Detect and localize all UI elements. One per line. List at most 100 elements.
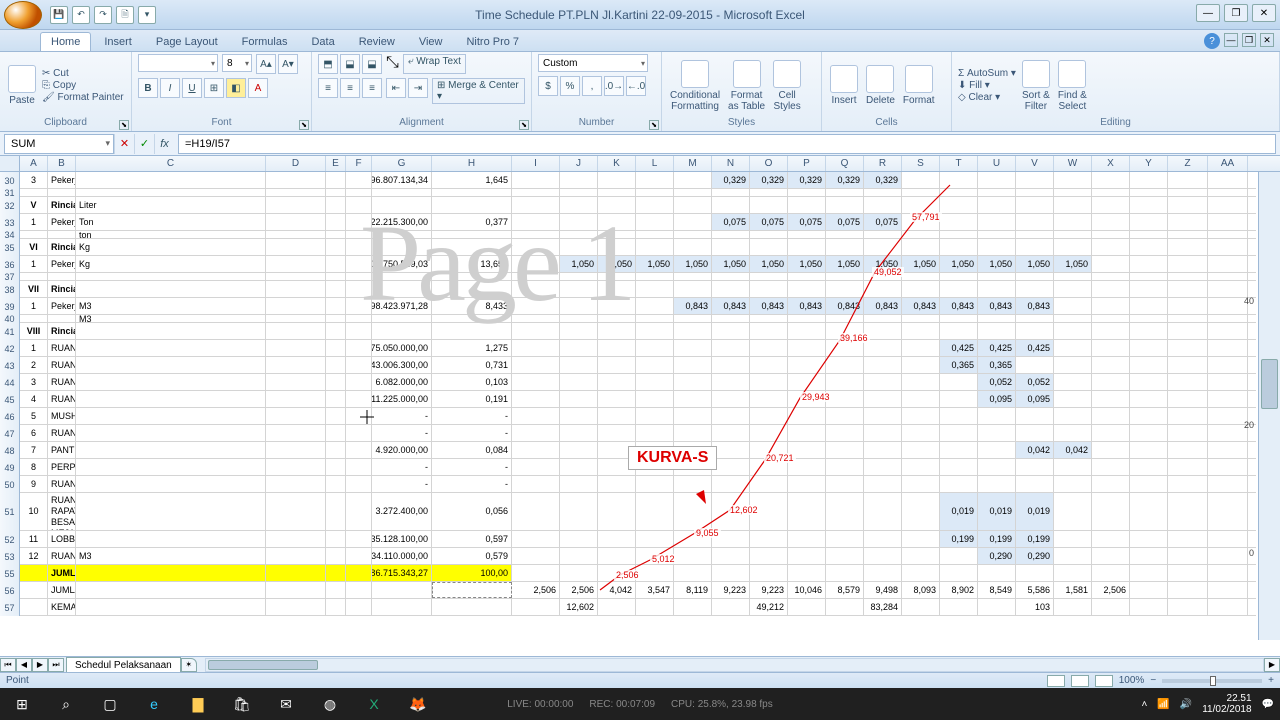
cell[interactable] — [326, 340, 346, 356]
cell[interactable] — [978, 281, 1016, 297]
cell[interactable] — [266, 357, 326, 373]
sheet-nav-next-icon[interactable]: ▶ — [32, 658, 48, 672]
cell[interactable] — [1016, 214, 1054, 230]
cell[interactable] — [978, 565, 1016, 581]
cell[interactable]: 0,199 — [940, 531, 978, 547]
col-header[interactable]: F — [346, 156, 372, 171]
cell[interactable] — [76, 565, 266, 581]
notifications-icon[interactable]: 💬 — [1262, 699, 1274, 710]
cell[interactable] — [1168, 197, 1208, 213]
enter-formula-icon[interactable]: ✓ — [134, 134, 154, 154]
cell[interactable] — [560, 197, 598, 213]
cell[interactable] — [560, 357, 598, 373]
cell[interactable] — [864, 340, 902, 356]
cell[interactable] — [1092, 565, 1130, 581]
cell[interactable] — [1208, 239, 1248, 255]
cell[interactable]: M3 — [76, 548, 266, 564]
cell[interactable] — [1168, 340, 1208, 356]
indent-dec-icon[interactable]: ⇤ — [386, 78, 406, 98]
normal-view-icon[interactable] — [1047, 675, 1065, 687]
cell[interactable] — [512, 197, 560, 213]
cell[interactable] — [1208, 425, 1248, 441]
cell[interactable] — [1130, 214, 1168, 230]
cell[interactable] — [266, 408, 326, 424]
col-header[interactable]: Z — [1168, 156, 1208, 171]
cell[interactable] — [788, 374, 826, 390]
cell[interactable] — [1130, 315, 1168, 322]
cell[interactable]: 10,046 — [788, 582, 826, 598]
cell[interactable] — [750, 548, 788, 564]
cell[interactable]: RUANG GM — [48, 357, 76, 373]
store-icon[interactable]: 🛍 — [220, 688, 264, 720]
cell[interactable] — [76, 273, 266, 280]
cell[interactable] — [1168, 565, 1208, 581]
cell[interactable]: 0,843 — [826, 298, 864, 314]
cell[interactable] — [1092, 374, 1130, 390]
cell[interactable] — [902, 476, 940, 492]
cell[interactable] — [560, 298, 598, 314]
cell[interactable] — [826, 476, 864, 492]
cell[interactable]: JUMLAH BOBOT PEKERJAAN — [48, 582, 76, 598]
cell[interactable] — [1130, 231, 1168, 238]
cell[interactable] — [1168, 231, 1208, 238]
cell[interactable] — [20, 189, 48, 196]
cell[interactable] — [864, 323, 902, 339]
cell[interactable] — [1208, 599, 1248, 615]
cell[interactable]: MUSHOLA — [48, 408, 76, 424]
cell[interactable] — [1054, 340, 1092, 356]
cell[interactable] — [1130, 565, 1168, 581]
cell[interactable] — [512, 298, 560, 314]
cell[interactable] — [266, 323, 326, 339]
cell[interactable]: 0,056 — [432, 493, 512, 530]
cell[interactable] — [940, 239, 978, 255]
cell[interactable] — [940, 315, 978, 322]
font-name-combo[interactable] — [138, 54, 218, 72]
tab-insert[interactable]: Insert — [93, 32, 143, 51]
cell[interactable] — [346, 172, 372, 188]
cell[interactable] — [940, 425, 978, 441]
cell[interactable] — [712, 273, 750, 280]
cell[interactable] — [826, 239, 864, 255]
cell[interactable] — [326, 197, 346, 213]
cell[interactable] — [326, 425, 346, 441]
cell[interactable] — [1016, 315, 1054, 322]
cell[interactable]: 0,290 — [1016, 548, 1054, 564]
cell[interactable]: VI — [20, 239, 48, 255]
cell[interactable] — [788, 197, 826, 213]
edge-icon[interactable]: e — [132, 688, 176, 720]
cell[interactable]: Rincian Pekerjaan Sanitari & Plumbing — [48, 281, 76, 297]
cell[interactable] — [326, 273, 346, 280]
new-sheet-icon[interactable]: ✶ — [181, 658, 197, 672]
volume-icon[interactable]: 🔊 — [1180, 699, 1192, 710]
cell[interactable] — [76, 172, 266, 188]
cell[interactable] — [372, 582, 432, 598]
row-header[interactable]: 40 — [0, 315, 20, 323]
inc-decimal-icon[interactable]: .0→ — [604, 76, 624, 96]
accounting-icon[interactable]: $ — [538, 76, 558, 96]
obs-icon[interactable]: ◍ — [308, 688, 352, 720]
cell[interactable]: 11 — [20, 531, 48, 547]
cell[interactable] — [636, 298, 674, 314]
cell[interactable] — [750, 273, 788, 280]
cell[interactable] — [1016, 189, 1054, 196]
cell[interactable] — [1054, 214, 1092, 230]
cell[interactable]: 9,223 — [712, 582, 750, 598]
cell[interactable]: RUANG R. KOORDINASI — [48, 340, 76, 356]
cell[interactable] — [712, 408, 750, 424]
cell[interactable] — [940, 231, 978, 238]
cell[interactable]: 0,329 — [826, 172, 864, 188]
cell[interactable]: - — [372, 476, 432, 492]
cell[interactable]: 49,212 — [750, 599, 788, 615]
cell[interactable] — [432, 189, 512, 196]
col-header[interactable]: A — [20, 156, 48, 171]
cell[interactable] — [674, 197, 712, 213]
cell[interactable] — [826, 189, 864, 196]
tab-data[interactable]: Data — [300, 32, 345, 51]
cell[interactable] — [826, 599, 864, 615]
cell[interactable] — [512, 599, 560, 615]
cell[interactable] — [560, 374, 598, 390]
cell[interactable] — [864, 315, 902, 322]
cell[interactable] — [864, 476, 902, 492]
cell[interactable] — [1092, 531, 1130, 547]
cell[interactable]: 1 — [20, 298, 48, 314]
